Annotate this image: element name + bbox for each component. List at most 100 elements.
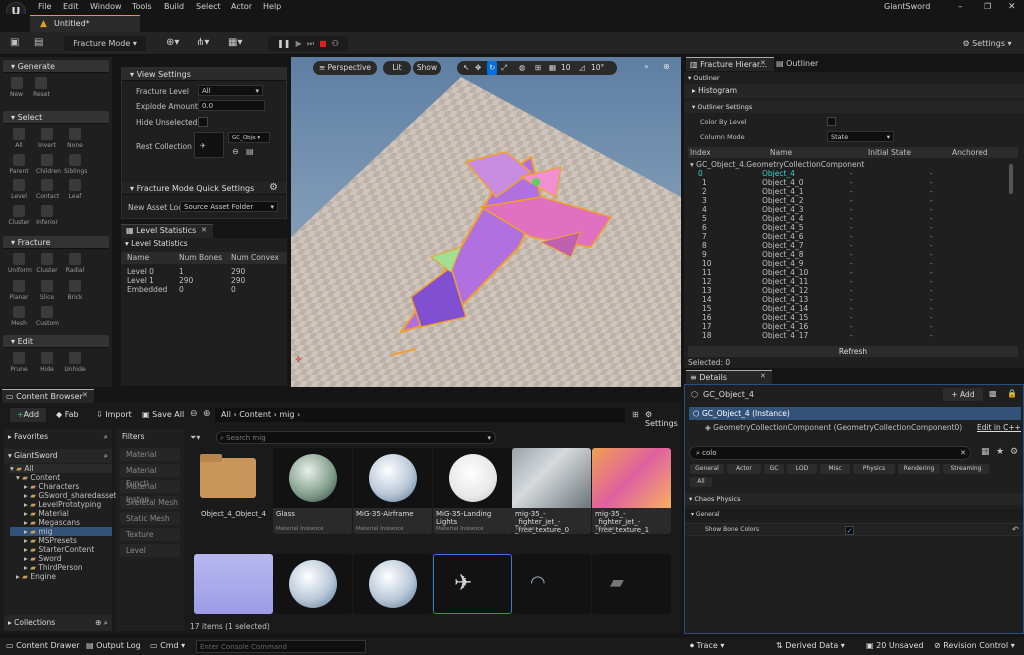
list-item[interactable]: 7 Object_4_6- -: [690, 232, 1010, 241]
filter-misc[interactable]: Misc: [820, 464, 850, 474]
filter-material[interactable]: Material: [120, 448, 180, 461]
header-anchored[interactable]: Anchored: [952, 147, 988, 158]
cluster-select-button[interactable]: Cluster: [8, 204, 30, 229]
forward-icon[interactable]: ⊕: [203, 409, 211, 419]
close-icon[interactable]: ✕: [1008, 2, 1016, 12]
menu-tools[interactable]: Tools: [132, 2, 152, 11]
list-item[interactable]: 8 Object_4_7- -: [690, 241, 1010, 250]
column-mode-dropdown[interactable]: State ▾: [827, 131, 894, 142]
view-settings-header[interactable]: ▾ View Settings: [122, 68, 286, 81]
grid-snap-icon[interactable]: ▦: [549, 61, 556, 75]
header-name[interactable]: Name: [770, 147, 792, 158]
filter-gc[interactable]: GC: [764, 464, 784, 474]
close-tab-icon[interactable]: ✕: [82, 391, 88, 399]
list-item[interactable]: 17 Object_4_16- -: [690, 322, 1010, 331]
filter-static-mesh[interactable]: Static Mesh: [120, 512, 180, 525]
menu-help[interactable]: Help: [263, 2, 281, 11]
scale-icon[interactable]: ⤢: [501, 61, 507, 75]
list-item[interactable]: 5 Object_4_4- -: [690, 214, 1010, 223]
menu-file[interactable]: File: [38, 2, 51, 11]
save-all-button[interactable]: ▣ Save All: [142, 410, 184, 419]
favorites-header[interactable]: ▸ Favorites ⌕: [4, 429, 112, 445]
hierarchy-root[interactable]: ▾ GC_Object_4.GeometryCollectionComponen…: [690, 160, 864, 169]
hide-unselected-checkbox[interactable]: [198, 117, 208, 127]
cinematics-icon[interactable]: ▦▾: [228, 37, 242, 48]
rest-collection-thumbnail[interactable]: ✈: [194, 132, 224, 158]
add-component-button[interactable]: + Add: [943, 388, 983, 401]
none-button[interactable]: None: [64, 128, 86, 152]
asset-tile[interactable]: ◠: [512, 554, 591, 614]
quick-settings-header[interactable]: ▾ Fracture Mode Quick Settings: [122, 182, 286, 195]
header-index[interactable]: Index: [690, 147, 711, 158]
contact-button[interactable]: Contact: [36, 179, 59, 203]
gamepad-icon[interactable]: ⚇: [332, 39, 339, 48]
asset-tile[interactable]: ▰: [592, 554, 671, 614]
filter-level[interactable]: Level: [120, 544, 180, 557]
resume-icon[interactable]: ▶: [296, 39, 302, 48]
unsaved-button[interactable]: ▣ 20 Unsaved: [866, 641, 924, 650]
fab-button[interactable]: ◆ Fab: [56, 410, 79, 419]
collections-header[interactable]: ▸ Collections ⊕ ⌕: [4, 615, 112, 631]
parent-button[interactable]: Parent: [8, 153, 30, 178]
show-button[interactable]: Show: [413, 61, 441, 75]
uniform-button[interactable]: Uniform: [8, 253, 32, 278]
tree-item-thirdperson[interactable]: ▸ ▰ ThirdPerson: [10, 563, 112, 572]
list-item[interactable]: 13 Object_4_12- -: [690, 286, 1010, 295]
tree-item-all[interactable]: ▾ ▰ All: [10, 464, 112, 473]
viewport[interactable]: ≡ Perspective Lit Show ↖ ✥ ↻ ⤢ ◍ ⊞ ▦ 10 …: [291, 57, 681, 387]
inferior-button[interactable]: Inferior: [36, 204, 58, 229]
filter-all[interactable]: All: [690, 477, 712, 487]
stop-icon[interactable]: ■: [319, 39, 327, 48]
new-asset-location-dropdown[interactable]: Source Asset Folder ▾: [180, 201, 278, 212]
filter-rendering[interactable]: Rendering: [898, 464, 940, 474]
search-icon[interactable]: ⌕: [104, 449, 112, 463]
browse-asset-icon[interactable]: ▤: [246, 147, 254, 156]
tree-item-content[interactable]: ▾ ▰ Content: [10, 473, 112, 482]
grid-view-icon[interactable]: ▦: [981, 447, 990, 457]
list-item[interactable]: 6 Object_4_5- -: [690, 223, 1010, 232]
gear-icon[interactable]: ⚙: [1010, 447, 1018, 457]
content-drawer-button[interactable]: ▭ Content Drawer: [6, 641, 80, 650]
level-tab[interactable]: ▲ Untitled*: [30, 15, 140, 32]
asset-tile[interactable]: MiG-35-Airframe Material Instance: [353, 448, 432, 534]
cmd-dropdown[interactable]: ▭ Cmd ▾: [150, 641, 185, 650]
asset-tile[interactable]: mig-35_-_fighter_jet_-_free_texture_1 Te…: [592, 448, 671, 534]
general-subheader[interactable]: ▾ General: [685, 509, 1023, 520]
list-item[interactable]: 15 Object_4_14- -: [690, 304, 1010, 313]
hide-button[interactable]: Hide: [36, 352, 58, 373]
radial-button[interactable]: Radial: [64, 253, 86, 278]
asset-tile[interactable]: Glass Material Instance: [273, 448, 352, 534]
hierarchy-scrollbar[interactable]: [1009, 164, 1013, 194]
edit-in-cpp-link[interactable]: Edit in C++: [977, 423, 1021, 432]
add-actor-icon[interactable]: ⊕▾: [166, 37, 179, 48]
menu-window[interactable]: Window: [90, 2, 122, 11]
instance-row[interactable]: ⬡ GC_Object_4 (Instance): [689, 407, 1021, 420]
breadcrumb-mig[interactable]: mig: [279, 410, 294, 419]
header-initial-state[interactable]: Initial State: [868, 147, 911, 158]
blueprint-icon[interactable]: ⋔▾: [196, 37, 209, 48]
edit-header[interactable]: ▾ Edit: [3, 335, 109, 348]
lit-button[interactable]: Lit: [383, 61, 411, 75]
breadcrumb-content[interactable]: Content: [239, 410, 271, 419]
list-item[interactable]: 2 Object_4_1- -: [690, 187, 1010, 196]
show-bone-colors-checkbox[interactable]: ✓: [845, 526, 854, 535]
viewport-maximize-icon[interactable]: ⊕: [663, 62, 670, 71]
select-header[interactable]: ▾ Select: [3, 111, 109, 124]
world-icon[interactable]: ◍: [519, 61, 526, 75]
close-tab-icon[interactable]: ✕: [760, 59, 766, 67]
filter-physics[interactable]: Physics: [853, 464, 895, 474]
histogram-header[interactable]: ▸ Histogram: [684, 84, 1024, 98]
pause-icon[interactable]: ❚❚: [277, 39, 290, 48]
outliner-settings-header[interactable]: ▾ Outliner Settings: [684, 101, 1024, 113]
cluster-button[interactable]: Cluster: [36, 253, 58, 278]
blueprint-icon[interactable]: ▩: [989, 389, 997, 398]
star-icon[interactable]: ★: [996, 447, 1004, 457]
list-item[interactable]: 1 Object_4_0- -: [690, 178, 1010, 187]
asset-tile[interactable]: [273, 554, 352, 614]
level-statistics-tab[interactable]: ▦ Level Statistics ✕: [121, 224, 213, 238]
trace-button[interactable]: ⏺ Trace ▾: [690, 641, 724, 651]
new-button[interactable]: New: [10, 77, 23, 103]
filter-material-instance[interactable]: Material Instan: [120, 480, 180, 504]
select-all-button[interactable]: All: [8, 128, 30, 152]
brick-button[interactable]: Brick: [64, 279, 86, 305]
